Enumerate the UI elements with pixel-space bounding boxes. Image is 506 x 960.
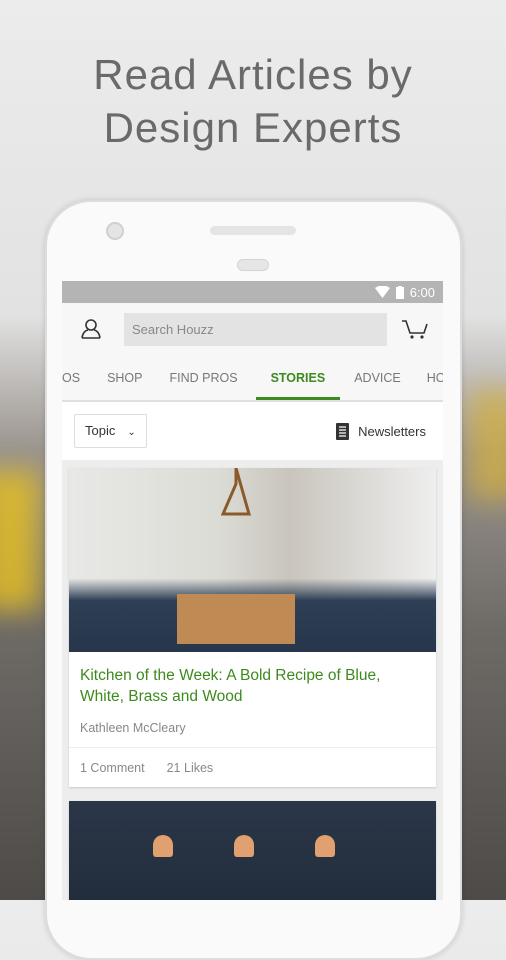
article-card[interactable]: [69, 801, 436, 900]
filter-bar: Topic ⌄ Newsletters: [62, 402, 443, 460]
headline-line-1: Read Articles by: [93, 51, 413, 98]
search-input[interactable]: Search Houzz: [124, 312, 387, 346]
article-author[interactable]: Kathleen McCleary: [69, 707, 436, 735]
topic-label: Topic: [85, 423, 116, 438]
battery-icon: [395, 285, 404, 299]
article-meta: 1 Comment 21 Likes: [69, 747, 436, 787]
tab-advice[interactable]: ADVICE: [354, 355, 401, 400]
newsletters-button[interactable]: Newsletters: [336, 422, 426, 440]
profile-icon[interactable]: [80, 318, 102, 340]
article-title[interactable]: Kitchen of the Week: A Bold Recipe of Bl…: [69, 652, 436, 707]
newsletter-icon: [336, 422, 350, 440]
wifi-icon: [374, 286, 390, 298]
app-header: Search Houzz: [62, 303, 443, 355]
background-blur: [0, 470, 40, 610]
cart-icon[interactable]: [401, 318, 429, 340]
like-count[interactable]: 21 Likes: [167, 761, 214, 775]
camera: [106, 222, 124, 240]
app-screen: 6:00 Search Houzz OS SHOP FIND PROS STOR…: [62, 281, 443, 900]
tab-find-pros[interactable]: FIND PROS: [170, 355, 238, 400]
topic-dropdown[interactable]: Topic ⌄: [74, 414, 147, 448]
speaker: [210, 226, 296, 235]
tab-stories[interactable]: STORIES: [255, 355, 340, 400]
article-card[interactable]: Kitchen of the Week: A Bold Recipe of Bl…: [69, 468, 436, 787]
tab-shop[interactable]: SHOP: [107, 355, 142, 400]
tab-photos[interactable]: OS: [62, 355, 80, 400]
pendant-lamp: [234, 835, 254, 857]
promo-headline: Read Articles by Design Experts: [0, 48, 506, 154]
tab-bar: OS SHOP FIND PROS STORIES ADVICE HOU: [62, 355, 443, 402]
sensor: [237, 259, 269, 271]
pendant-lamp: [153, 835, 173, 857]
clock: 6:00: [409, 284, 435, 300]
headline-line-2: Design Experts: [103, 104, 403, 151]
article-image: [69, 468, 436, 652]
background-blur: [470, 390, 506, 500]
pendant-lamp: [315, 835, 335, 857]
tab-houses[interactable]: HOU: [427, 355, 443, 400]
comment-count[interactable]: 1 Comment: [80, 761, 145, 775]
status-bar: 6:00: [62, 281, 443, 303]
newsletters-label: Newsletters: [358, 423, 426, 439]
pendant-lamp: [220, 468, 251, 516]
chevron-down-icon: ⌄: [127, 427, 136, 438]
